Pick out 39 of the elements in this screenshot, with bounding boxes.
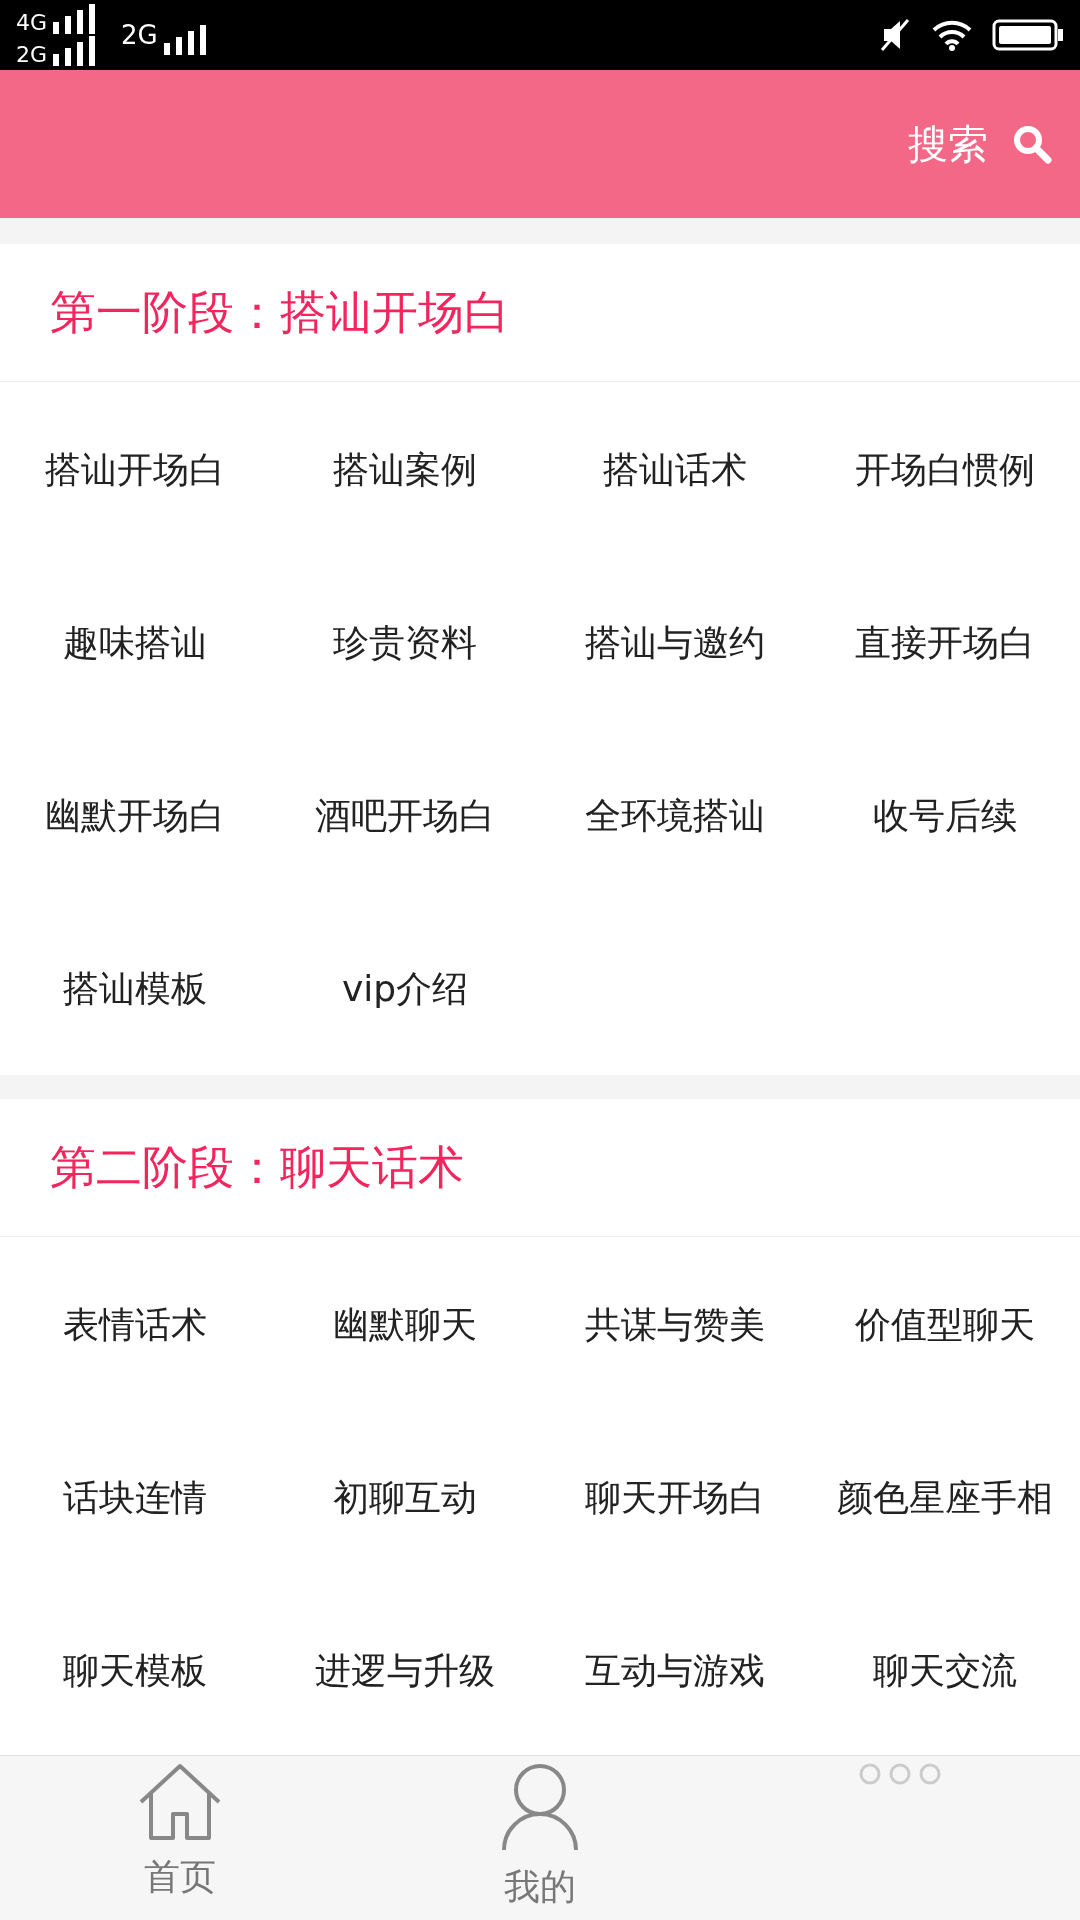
category-link[interactable]: 互动与游戏 (585, 1643, 765, 1698)
category-link[interactable]: 进逻与升级 (315, 1643, 495, 1698)
battery-icon (992, 19, 1064, 51)
category-link[interactable]: 聊天交流 (873, 1643, 1017, 1698)
search-icon (1012, 124, 1052, 164)
category-link[interactable]: 话块连情 (63, 1470, 207, 1525)
category-link[interactable]: 搭讪与邀约 (585, 615, 765, 670)
category-link[interactable]: 颜色星座手相 (837, 1470, 1053, 1525)
category-link[interactable]: 搭讪话术 (603, 442, 747, 497)
mute-icon (880, 18, 912, 52)
category-link[interactable]: 收号后续 (873, 788, 1017, 843)
category-link[interactable]: 搭讪开场白 (45, 442, 225, 497)
category-link[interactable]: 表情话术 (63, 1297, 207, 1352)
category-link[interactable]: vip介绍 (341, 961, 469, 1016)
network-label: 4G (16, 12, 48, 34)
nav-tab[interactable]: 首页 (0, 1756, 360, 1920)
category-link[interactable]: 趣味搭讪 (63, 615, 207, 670)
category-link[interactable]: 酒吧开场白 (315, 788, 495, 843)
category-link[interactable]: 全环境搭讪 (585, 788, 765, 843)
category-link[interactable]: 搭讪案例 (333, 442, 477, 497)
person-icon (500, 1762, 580, 1852)
category-link[interactable]: 开场白惯例 (855, 442, 1035, 497)
category-link[interactable]: 聊天模板 (63, 1643, 207, 1698)
section-title: 第一阶段：搭讪开场白 (50, 284, 510, 341)
section-title: 第二阶段：聊天话术 (50, 1139, 464, 1196)
house-icon (137, 1762, 223, 1842)
category-link[interactable]: 搭讪模板 (63, 961, 207, 1016)
network-label: 2G (121, 18, 158, 52)
category-link[interactable]: 价值型聊天 (855, 1297, 1035, 1352)
network-label: 2G (16, 44, 48, 66)
category-link[interactable]: 共谋与赞美 (585, 1297, 765, 1352)
category-link[interactable]: 幽默聊天 (333, 1297, 477, 1352)
category-link[interactable]: 珍贵资料 (333, 615, 477, 670)
wifi-icon (932, 19, 972, 51)
category-link[interactable]: 初聊互动 (333, 1470, 477, 1525)
category-link[interactable]: 直接开场白 (855, 615, 1035, 670)
nav-tab[interactable]: 我的 (360, 1756, 720, 1920)
category-link[interactable]: 幽默开场白 (45, 788, 225, 843)
category-link[interactable]: 聊天开场白 (585, 1470, 765, 1525)
